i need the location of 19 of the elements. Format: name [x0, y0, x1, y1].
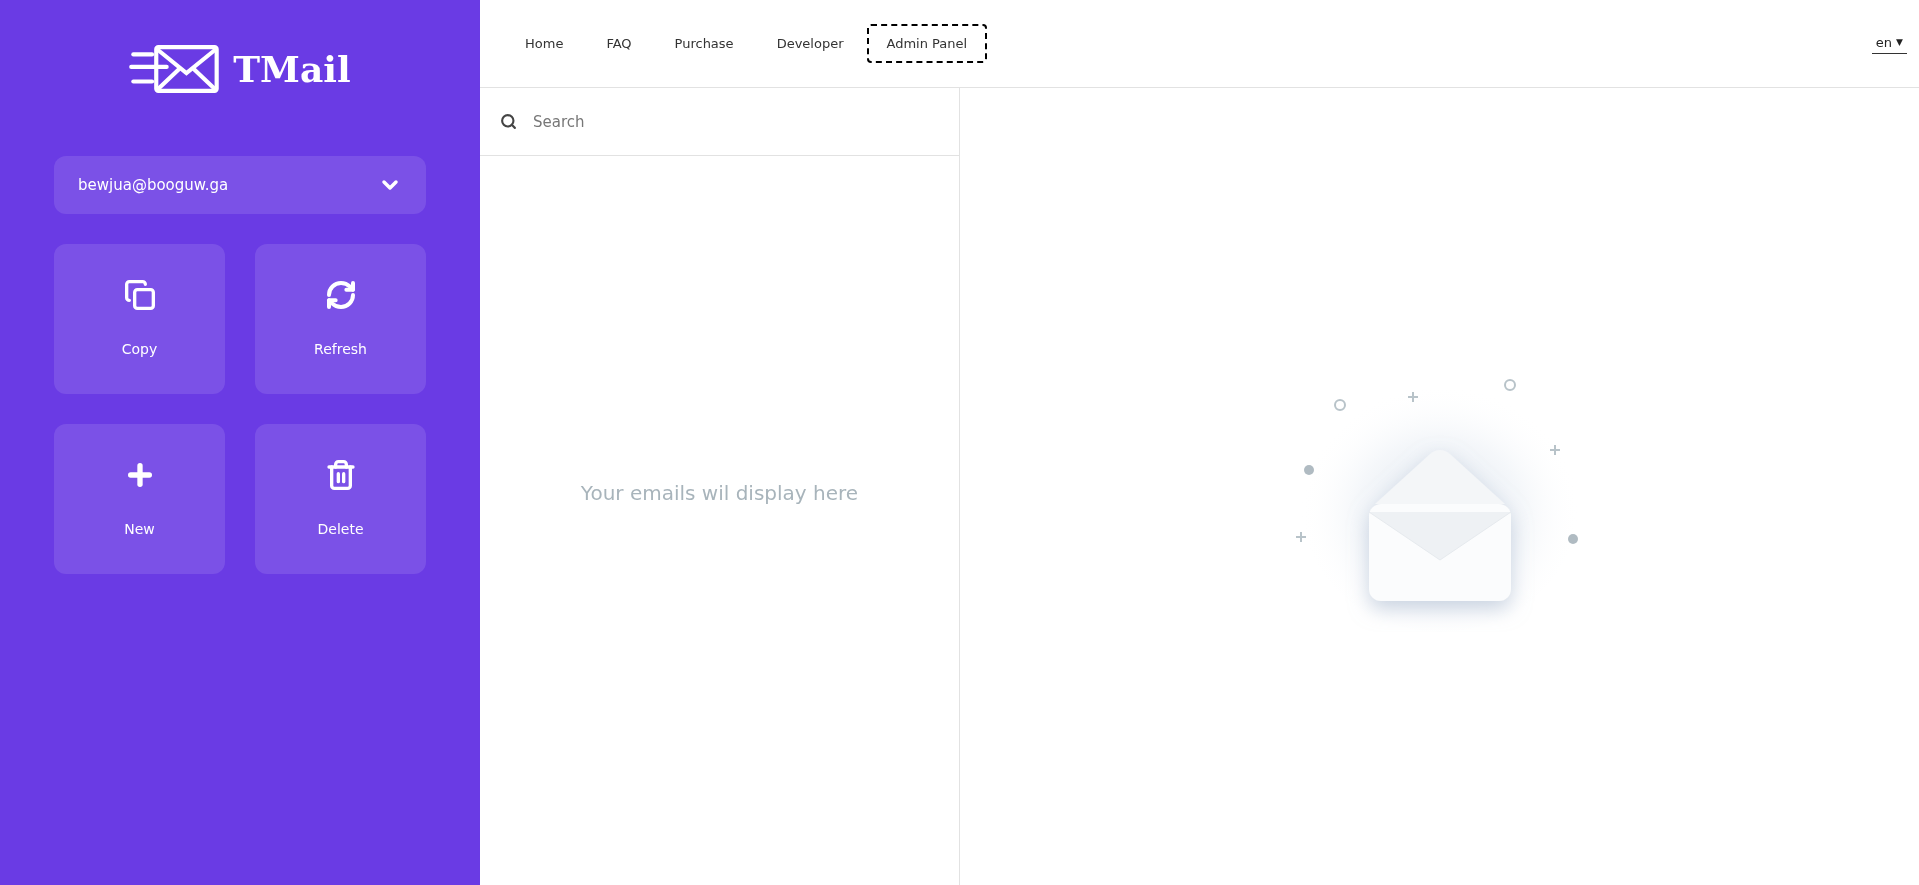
nav-link[interactable]: Home	[505, 23, 584, 64]
nav-link[interactable]: Admin Panel	[866, 23, 988, 64]
search-icon	[500, 113, 517, 130]
search-field[interactable]: Search	[533, 88, 939, 155]
brand-name: TMail	[233, 47, 351, 92]
envelope-logo-icon	[129, 44, 222, 94]
email-address-dropdown[interactable]: bewjua@booguw.ga	[54, 156, 426, 214]
action-tile-button[interactable]: New	[54, 424, 225, 574]
copy-icon	[123, 278, 156, 311]
action-tile-button[interactable]: Refresh	[255, 244, 426, 394]
language-select[interactable]: en ▼	[1871, 32, 1907, 55]
nav-link[interactable]: Developer	[756, 23, 864, 64]
action-tile-button[interactable]: Copy	[54, 244, 225, 394]
action-tile-button[interactable]: Delete	[255, 424, 426, 574]
trash-icon	[324, 458, 357, 491]
nav-link[interactable]: FAQ	[586, 23, 652, 64]
refresh-icon	[324, 278, 357, 311]
empty-inbox-message: Your emails wil display here	[580, 479, 859, 507]
nav-link[interactable]: Purchase	[654, 23, 754, 64]
